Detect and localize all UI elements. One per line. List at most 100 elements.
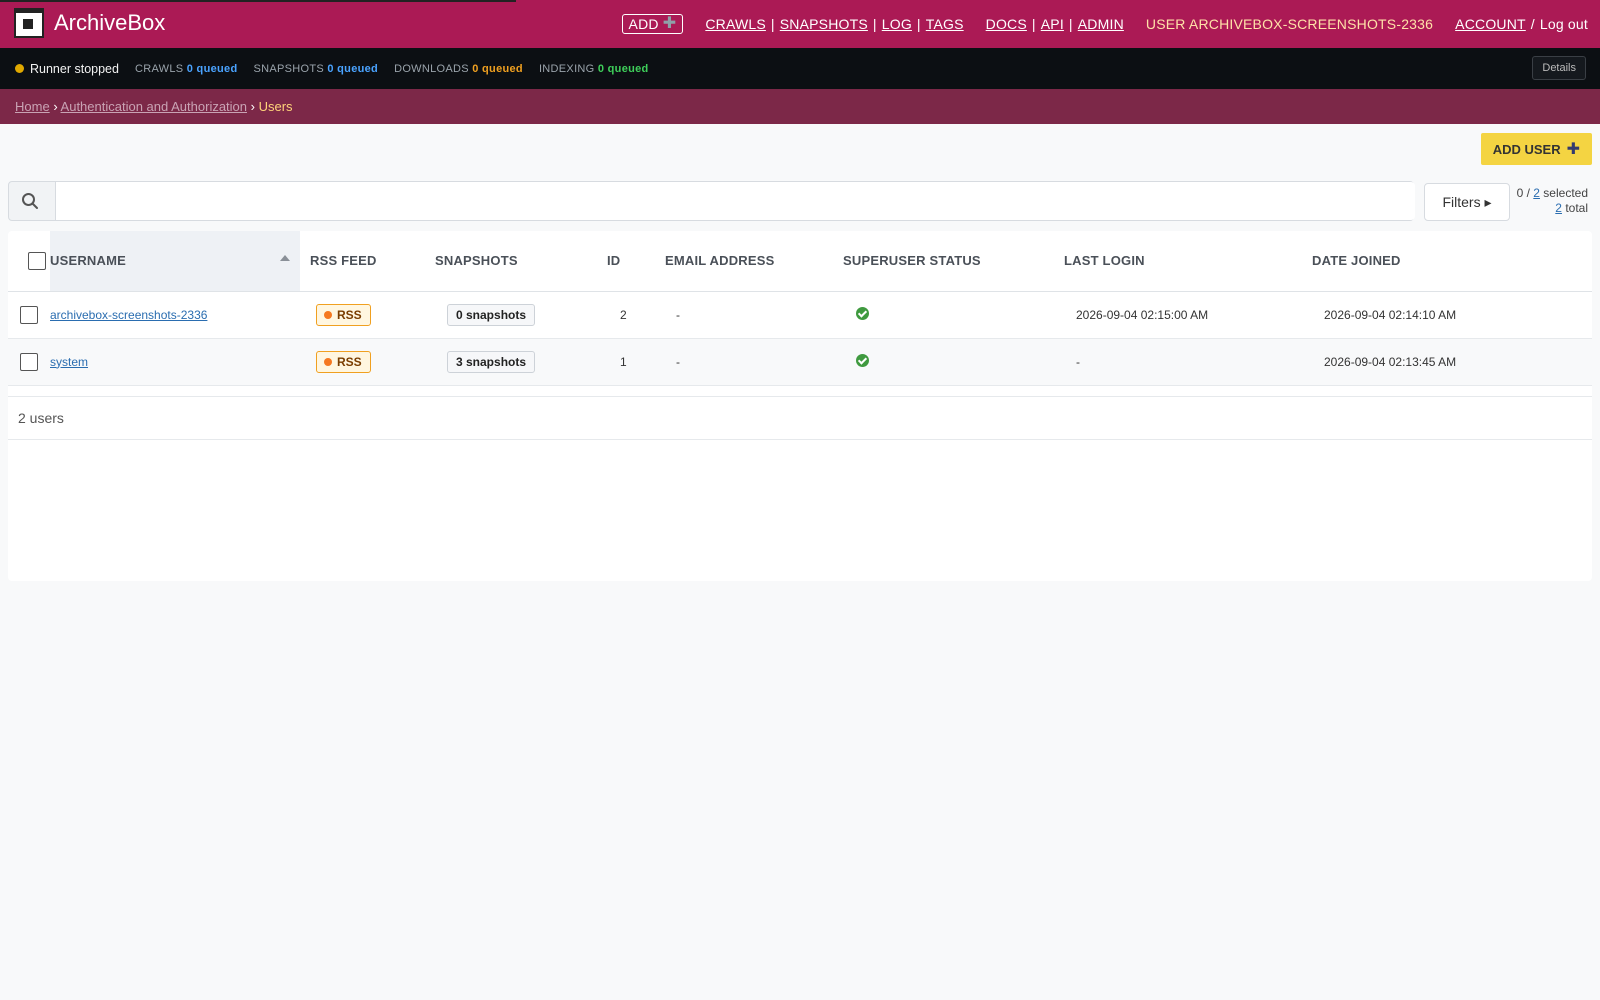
selected-prefix: 0 / <box>1516 186 1534 200</box>
breadcrumb-current: Users <box>258 99 293 114</box>
superuser-cell <box>841 338 1062 386</box>
total-count-link[interactable]: 2 <box>1555 201 1562 215</box>
col-username[interactable]: USERNAME <box>50 231 300 292</box>
rss-badge[interactable]: RSS <box>316 303 371 326</box>
selection-info: 0 / 2 selected 2 total <box>1517 186 1588 216</box>
top-header: ArchiveBox ADD ✚ CRAWLS | SNAPSHOTS | LOG | … <box>0 0 1600 48</box>
breadcrumb-section[interactable]: Authentication and Authorization <box>61 99 247 114</box>
select-all-checkbox[interactable] <box>28 251 46 270</box>
table-spacer-row <box>8 385 1592 397</box>
crawls-value: 0 queued <box>186 62 238 75</box>
snapshots-badge[interactable]: 0 snapshots <box>447 303 536 326</box>
search-icon <box>22 193 38 209</box>
nav-separator: / <box>1530 16 1535 32</box>
top-nav: ADD ✚ CRAWLS | SNAPSHOTS | LOG | TAGS DOCS | … <box>621 14 1588 34</box>
result-count: 2 users <box>8 397 1592 440</box>
downloads-value: 0 queued <box>472 62 523 75</box>
rss-cell: RSS <box>300 291 425 339</box>
nav-separator: | <box>872 16 877 32</box>
col-snapshots: SNAPSHOTS <box>425 231 605 292</box>
runner-status: Runner stopped <box>30 61 119 76</box>
runner-status-dot-icon <box>15 64 24 73</box>
table-row: system RSS 3 snapshots 1 - - 2026-09-04 … <box>8 338 1592 386</box>
col-id[interactable]: ID <box>605 231 663 292</box>
last-login-cell: - <box>1062 338 1310 386</box>
select-all-cell <box>8 231 50 292</box>
email-cell: - <box>663 291 841 339</box>
username-cell: archivebox-screenshots-2336 <box>50 291 300 339</box>
nav-snapshots[interactable]: SNAPSHOTS <box>780 16 868 32</box>
crawls-label: CRAWLS <box>134 62 184 75</box>
archivebox-logo-icon <box>14 8 44 38</box>
breadcrumb-separator: › <box>250 99 259 114</box>
add-user-label: ADD USER <box>1492 142 1561 157</box>
sort-ascending-icon[interactable] <box>280 255 290 261</box>
crawls-stat: CRAWLS 0 queued <box>135 63 238 75</box>
nav-log[interactable]: LOG <box>882 16 912 32</box>
username-link[interactable]: system <box>50 355 88 369</box>
id-cell: 1 <box>605 338 663 386</box>
snapshots-stat: SNAPSHOTS 0 queued <box>253 63 378 75</box>
superuser-cell <box>841 291 1062 339</box>
check-circle-icon <box>856 353 869 367</box>
selected-count-line: 0 / 2 selected <box>1517 186 1588 201</box>
email-cell: - <box>663 338 841 386</box>
rss-label: RSS <box>337 307 362 322</box>
breadcrumb-home[interactable]: Home <box>15 99 50 114</box>
filters-button[interactable]: Filters ▸ <box>1424 183 1510 221</box>
date-joined-cell: 2026-09-04 02:14:10 AM <box>1310 291 1592 339</box>
nav-api[interactable]: API <box>1041 16 1064 32</box>
nav-account[interactable]: ACCOUNT <box>1455 16 1526 32</box>
row-checkbox[interactable] <box>20 305 38 324</box>
rss-label: RSS <box>337 354 362 369</box>
snapshots-label: SNAPSHOTS <box>253 62 325 75</box>
breadcrumb-separator: › <box>53 99 61 114</box>
id-cell: 2 <box>605 291 663 339</box>
indexing-label: INDEXING <box>538 62 595 75</box>
row-select-cell <box>8 338 50 386</box>
row-checkbox[interactable] <box>20 352 38 371</box>
details-button[interactable]: Details <box>1532 56 1586 80</box>
nav-admin[interactable]: ADMIN <box>1078 16 1124 32</box>
progress-bar <box>0 0 516 2</box>
plus-icon: ✚ <box>1566 141 1580 158</box>
rss-badge[interactable]: RSS <box>316 350 371 373</box>
selected-suffix: selected <box>1539 186 1588 200</box>
last-login-cell: 2026-09-04 02:15:00 AM <box>1062 291 1310 339</box>
row-select-cell <box>8 291 50 339</box>
table-header-row: USERNAME RSS FEED SNAPSHOTS ID EMAIL ADD… <box>8 231 1592 292</box>
snapshots-badge[interactable]: 3 snapshots <box>447 350 536 373</box>
snapshots-value: 0 queued <box>327 62 379 75</box>
nav-separator: | <box>916 16 921 32</box>
col-date-joined[interactable]: DATE JOINED <box>1310 231 1592 292</box>
rss-dot-icon <box>324 310 332 319</box>
select-all-link[interactable]: 2 <box>1533 186 1540 200</box>
plus-icon: ✚ <box>662 15 677 32</box>
downloads-stat: DOWNLOADS 0 queued <box>394 63 523 75</box>
user-label: USER ARCHIVEBOX-SCREENSHOTS-2336 <box>1145 16 1434 32</box>
nav-docs[interactable]: DOCS <box>986 16 1027 32</box>
col-username-label: USERNAME <box>50 253 126 269</box>
add-button[interactable]: ADD ✚ <box>621 14 684 34</box>
col-last-login[interactable]: LAST LOGIN <box>1062 231 1310 292</box>
username-link[interactable]: archivebox-screenshots-2336 <box>50 308 207 322</box>
results-panel: USERNAME RSS FEED SNAPSHOTS ID EMAIL ADD… <box>8 231 1592 581</box>
nav-crawls[interactable]: CRAWLS <box>705 16 766 32</box>
username-cell: system <box>50 338 300 386</box>
nav-separator: | <box>1068 16 1073 32</box>
brand[interactable]: ArchiveBox <box>14 8 165 38</box>
total-suffix: total <box>1561 201 1588 215</box>
spacer-cell <box>8 385 1592 397</box>
col-email[interactable]: EMAIL ADDRESS <box>663 231 841 292</box>
table-row: archivebox-screenshots-2336 RSS 0 snapsh… <box>8 291 1592 339</box>
brand-name[interactable]: ArchiveBox <box>54 10 165 36</box>
breadcrumb: Home › Authentication and Authorization … <box>0 89 1600 124</box>
nav-separator: | <box>1031 16 1036 32</box>
add-user-button[interactable]: ADD USER ✚ <box>1480 133 1592 165</box>
col-rss-feed: RSS FEED <box>300 231 425 292</box>
downloads-label: DOWNLOADS <box>394 62 469 75</box>
search-input[interactable] <box>55 182 1415 220</box>
nav-tags[interactable]: TAGS <box>926 16 964 32</box>
nav-logout[interactable]: Log out <box>1540 16 1588 32</box>
col-superuser[interactable]: SUPERUSER STATUS <box>841 231 1062 292</box>
